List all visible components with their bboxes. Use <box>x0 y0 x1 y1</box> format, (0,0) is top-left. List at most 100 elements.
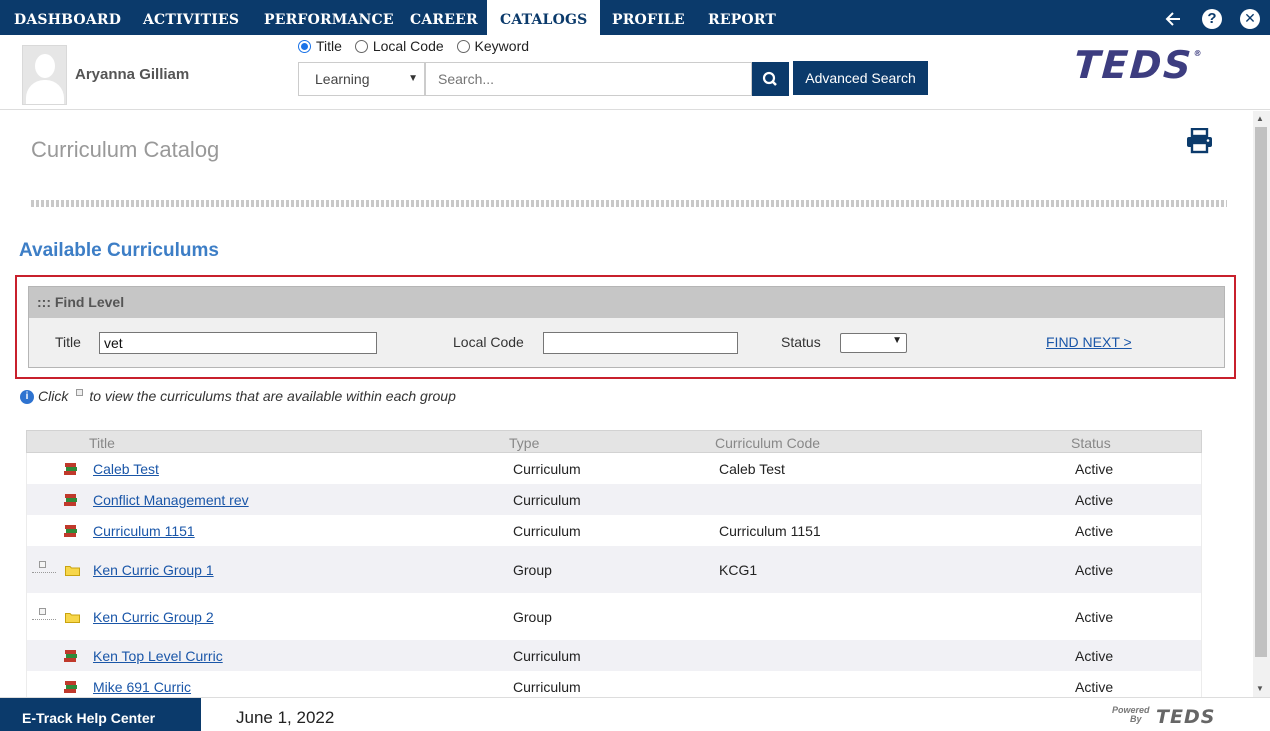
row-title-link[interactable]: Ken Top Level Curric <box>93 648 223 664</box>
find-status-select[interactable]: ▼ <box>840 333 907 353</box>
print-icon[interactable] <box>1186 128 1213 154</box>
top-nav: DASHBOARD ACTIVITIES PERFORMANCE CAREER … <box>0 0 1270 35</box>
row-type: Curriculum <box>513 648 581 664</box>
scroll-up-icon[interactable]: ▲ <box>1256 114 1264 123</box>
footer: E-Track Help Center June 1, 2022 Powered… <box>0 697 1270 731</box>
powered-by-logo: TEDS <box>1156 706 1216 728</box>
table-row: Curriculum 1151 Curriculum Curriculum 1151… <box>26 515 1202 546</box>
nav-performance[interactable]: PERFORMANCE <box>264 0 394 35</box>
find-title-input[interactable]: vet <box>99 332 377 354</box>
help-center-button[interactable]: E-Track Help Center <box>0 698 201 731</box>
close-icon[interactable]: ✕ <box>1240 9 1260 29</box>
row-status: Active <box>1075 679 1114 695</box>
powered-line-2: By <box>1130 714 1142 724</box>
find-next-link[interactable]: FIND NEXT > <box>1046 334 1132 350</box>
header: Aryanna Gilliam Title Local Code Keyword… <box>0 35 1270 110</box>
row-title-link[interactable]: Caleb Test <box>93 461 159 477</box>
book-stack-icon <box>64 463 77 475</box>
radio-local-code-label: Local Code <box>372 38 444 54</box>
scroll-down-icon[interactable]: ▼ <box>1256 684 1264 693</box>
nav-career[interactable]: CAREER <box>410 0 478 35</box>
col-curriculum-code[interactable]: Curriculum Code <box>715 435 820 451</box>
tree-connector <box>32 572 56 573</box>
row-type: Curriculum <box>513 679 581 695</box>
curriculum-table: Title Type Curriculum Code Status Caleb … <box>26 430 1202 702</box>
row-title-link[interactable]: Ken Curric Group 1 <box>93 562 214 578</box>
powered-by: Powered By <box>1112 706 1150 724</box>
help-icon[interactable]: ? <box>1202 9 1222 29</box>
row-title-link[interactable]: Conflict Management rev <box>93 492 249 508</box>
row-curriculum-code: Curriculum 1151 <box>719 523 821 539</box>
row-title-link[interactable]: Mike 691 Curric <box>93 679 191 695</box>
page-title: Curriculum Catalog <box>31 137 220 162</box>
book-stack-icon <box>64 681 77 693</box>
col-title[interactable]: Title <box>89 435 115 451</box>
search-icon <box>762 71 777 86</box>
radio-title[interactable]: Title <box>298 38 342 54</box>
chevron-down-icon: ▼ <box>408 73 418 84</box>
row-status: Active <box>1075 562 1114 578</box>
table-row: Conflict Management rev Curriculum Active <box>26 484 1202 515</box>
chevron-down-icon: ▼ <box>892 335 902 346</box>
expand-square-icon[interactable] <box>39 608 46 615</box>
radio-keyword[interactable]: Keyword <box>456 38 529 54</box>
search-input[interactable] <box>425 62 752 96</box>
advanced-search-button[interactable]: Advanced Search <box>793 61 928 95</box>
back-arrow-icon[interactable] <box>1164 9 1184 29</box>
divider <box>31 200 1227 207</box>
find-title-label: Title <box>55 334 81 350</box>
info-icon: i <box>20 390 34 404</box>
row-status: Active <box>1075 461 1114 477</box>
expand-square-icon <box>76 389 84 396</box>
teds-logo: TEDS® <box>1072 43 1204 87</box>
book-stack-icon <box>64 525 77 537</box>
row-type: Curriculum <box>513 523 581 539</box>
find-level-highlight: ::: Find Level Title vet Local Code Stat… <box>15 275 1236 379</box>
teds-logo-text: TEDS <box>1072 43 1195 87</box>
hint-text-after: to view the curriculums that are availab… <box>89 388 456 404</box>
row-status: Active <box>1075 523 1114 539</box>
expand-square-icon[interactable] <box>39 561 46 568</box>
teds-logo-mark: ® <box>1193 49 1204 58</box>
avatar[interactable] <box>22 45 67 105</box>
find-level-heading: ::: Find Level <box>29 287 1224 318</box>
row-title-link[interactable]: Curriculum 1151 <box>93 523 195 539</box>
radio-title-dot[interactable] <box>298 40 311 53</box>
row-type: Curriculum <box>513 492 581 508</box>
row-type: Group <box>513 562 552 578</box>
radio-title-label: Title <box>316 38 342 54</box>
radio-local-code[interactable]: Local Code <box>354 38 444 54</box>
hint-text-before: Click <box>38 388 69 404</box>
row-curriculum-code: Caleb Test <box>719 461 785 477</box>
scrollbar-thumb[interactable] <box>1255 127 1267 657</box>
find-local-code-input[interactable] <box>543 332 738 354</box>
book-stack-icon <box>64 494 77 506</box>
row-status: Active <box>1075 648 1114 664</box>
row-curriculum-code: KCG1 <box>719 562 758 578</box>
radio-local-code-dot[interactable] <box>354 40 368 53</box>
row-type: Group <box>513 609 552 625</box>
search-type-radios: Title Local Code Keyword <box>298 38 538 54</box>
col-type[interactable]: Type <box>509 435 539 451</box>
row-status: Active <box>1075 492 1114 508</box>
folder-icon <box>65 613 80 623</box>
find-level-panel: ::: Find Level Title vet Local Code Stat… <box>28 286 1225 368</box>
nav-profile[interactable]: PROFILE <box>612 0 685 35</box>
nav-catalogs[interactable]: CATALOGS <box>487 0 601 35</box>
row-status: Active <box>1075 609 1114 625</box>
search-button[interactable] <box>752 62 789 96</box>
col-status[interactable]: Status <box>1071 435 1111 451</box>
catalog-select-value: Learning <box>315 71 370 87</box>
radio-keyword-dot[interactable] <box>456 40 470 53</box>
book-stack-icon <box>64 650 77 662</box>
catalog-select[interactable]: Learning ▼ <box>298 62 425 96</box>
footer-date: June 1, 2022 <box>236 708 335 727</box>
nav-dashboard[interactable]: DASHBOARD <box>14 0 121 35</box>
row-title-link[interactable]: Ken Curric Group 2 <box>93 609 214 625</box>
nav-report[interactable]: REPORT <box>708 0 776 35</box>
section-title: Available Curriculums <box>19 240 219 261</box>
nav-activities[interactable]: ACTIVITIES <box>143 0 239 35</box>
find-local-code-label: Local Code <box>453 334 524 350</box>
find-status-label: Status <box>781 334 821 350</box>
row-type: Curriculum <box>513 461 581 477</box>
